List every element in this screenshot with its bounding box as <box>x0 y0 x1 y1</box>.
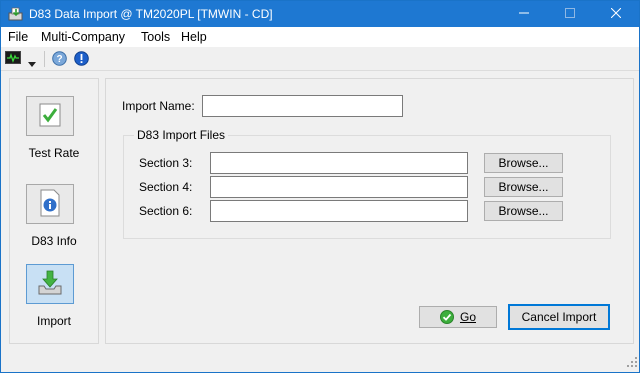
app-icon <box>8 6 24 22</box>
go-check-icon <box>439 310 454 324</box>
go-button[interactable]: Go <box>419 306 497 328</box>
close-icon <box>610 7 622 21</box>
help-icon[interactable]: ? <box>52 51 67 69</box>
svg-text:?: ? <box>56 54 62 65</box>
import-name-label: Import Name: <box>122 99 195 113</box>
import-button[interactable] <box>26 264 74 304</box>
sidebar: Test Rate D83 Info Import <box>9 78 99 344</box>
cancel-import-button[interactable]: Cancel Import <box>508 304 610 330</box>
maximize-icon <box>565 7 575 21</box>
status-bar <box>1 351 639 372</box>
import-panel: Import Name: D83 Import Files Section 3:… <box>105 78 634 344</box>
toolbar: ? <box>1 47 639 71</box>
import-tray-icon <box>36 269 64 300</box>
maximize-button[interactable] <box>547 1 593 27</box>
monitor-icon[interactable] <box>5 51 21 68</box>
minimize-button[interactable] <box>501 1 547 27</box>
resize-grip-icon[interactable] <box>627 356 637 370</box>
go-label: Go <box>459 310 476 324</box>
menu-file[interactable]: File <box>8 30 28 44</box>
group-title: D83 Import Files <box>134 128 229 142</box>
close-button[interactable] <box>593 1 639 27</box>
dropdown-arrow-icon[interactable] <box>28 56 36 70</box>
info-alert-icon[interactable] <box>74 51 89 69</box>
info-document-icon <box>37 189 63 220</box>
menu-bar: File Multi-Company Tools Help <box>1 27 639 47</box>
section-3-input[interactable] <box>210 152 468 174</box>
section-3-browse-button[interactable]: Browse... <box>484 153 563 173</box>
section-4-label: Section 4: <box>139 180 193 194</box>
sidebar-label-test-rate: Test Rate <box>28 146 80 160</box>
d83-import-files-group: D83 Import Files Section 3: Browse... Se… <box>123 128 611 239</box>
minimize-icon <box>519 7 529 21</box>
app-window: D83 Data Import @ TM2020PL [TMWIN - CD] … <box>0 0 640 373</box>
section-4-input[interactable] <box>210 176 468 198</box>
menu-multi-company[interactable]: Multi-Company <box>41 30 125 44</box>
sidebar-label-import: Import <box>36 314 71 328</box>
title-bar[interactable]: D83 Data Import @ TM2020PL [TMWIN - CD] <box>1 1 639 27</box>
sidebar-label-d83-info: D83 Info <box>31 234 77 248</box>
d83-info-button[interactable] <box>26 184 74 224</box>
import-name-input[interactable] <box>202 95 403 117</box>
section-4-browse-button[interactable]: Browse... <box>484 177 563 197</box>
menu-help[interactable]: Help <box>181 30 207 44</box>
section-6-input[interactable] <box>210 200 468 222</box>
section-3-label: Section 3: <box>139 156 193 170</box>
window-title: D83 Data Import @ TM2020PL [TMWIN - CD] <box>29 7 273 21</box>
test-rate-button[interactable] <box>26 96 74 136</box>
section-6-browse-button[interactable]: Browse... <box>484 201 563 221</box>
menu-tools[interactable]: Tools <box>141 30 170 44</box>
toolbar-separator <box>44 51 45 67</box>
checkmark-icon <box>37 102 63 131</box>
section-6-label: Section 6: <box>139 204 193 218</box>
